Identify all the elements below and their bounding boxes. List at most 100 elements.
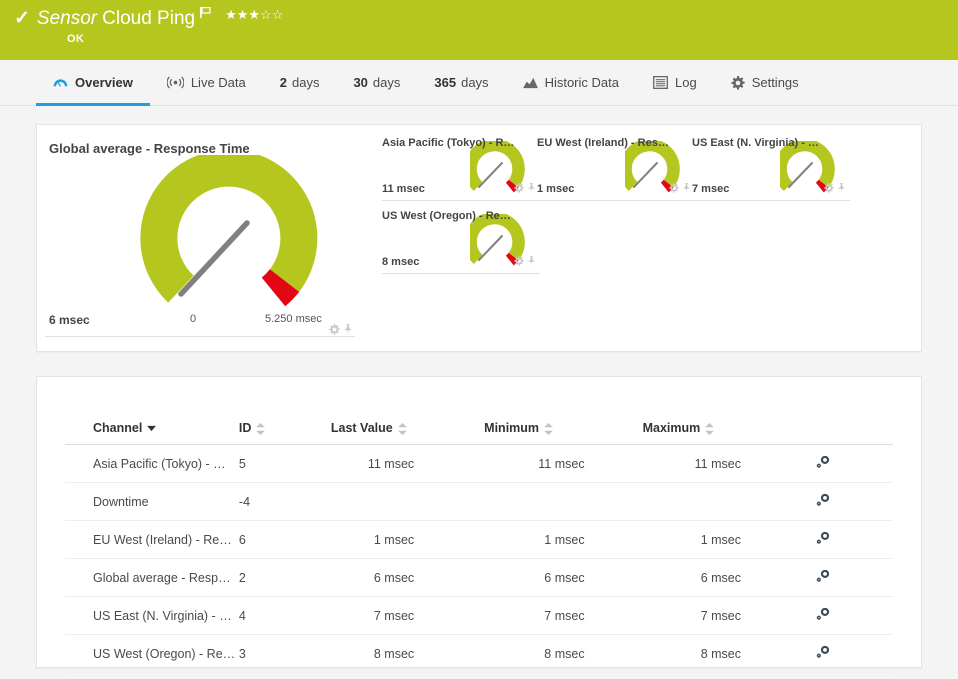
cell-channel: Downtime: [65, 483, 239, 521]
tab-settings[interactable]: Settings: [714, 60, 816, 106]
table-row[interactable]: EU West (Ireland) - Re…61 msec1 msec1 ms…: [65, 521, 893, 559]
column-header-channel[interactable]: Channel: [65, 415, 239, 445]
tab-label: Historic Data: [545, 75, 619, 90]
cell-maximum: [643, 483, 801, 521]
cell-minimum: 11 msec: [484, 445, 642, 483]
settings-gears-icon[interactable]: [815, 607, 830, 621]
cell-id: 6: [239, 521, 331, 559]
cell-last-value: 1 msec: [331, 521, 484, 559]
tab-label: Overview: [75, 75, 133, 90]
column-header-id[interactable]: ID: [239, 415, 331, 445]
column-header-label: Channel: [93, 421, 142, 435]
column-header-last-value[interactable]: Last Value: [331, 415, 484, 445]
main-gauge-max-label: 5.250 msec: [265, 313, 322, 325]
cell-channel: Global average - Resp…: [65, 559, 239, 597]
cell-channel: US West (Oregon) - Re…: [65, 635, 239, 673]
cell-actions[interactable]: [801, 635, 893, 673]
cell-id: 4: [239, 597, 331, 635]
mini-gauge[interactable]: Asia Pacific (Tokyo) - R…11 msec: [382, 133, 540, 201]
cell-channel: Asia Pacific (Tokyo) - …: [65, 445, 239, 483]
channels-table-body: Asia Pacific (Tokyo) - …511 msec11 msec1…: [65, 445, 893, 673]
mini-gauge[interactable]: EU West (Ireland) - Res… 1 msec: [537, 133, 695, 201]
cell-maximum: 8 msec: [643, 635, 801, 673]
gear-icon[interactable]: [824, 180, 834, 198]
tab-label: Settings: [752, 75, 799, 90]
tab-historic-data[interactable]: Historic Data: [506, 60, 636, 106]
cell-maximum: 1 msec: [643, 521, 801, 559]
pin-icon[interactable]: [837, 180, 846, 198]
cell-channel: US East (N. Virginia) - …: [65, 597, 239, 635]
column-header-label: Minimum: [484, 421, 539, 435]
tab-2-days[interactable]: 2days: [263, 60, 337, 106]
channels-panel: Channel IDLast ValueMinimum Maximum Asia P…: [36, 376, 922, 668]
rating-stars[interactable]: ★★★☆☆: [225, 8, 283, 21]
mini-gauge[interactable]: US East (N. Virginia) - …7 msec: [692, 133, 850, 201]
pin-icon[interactable]: [682, 180, 691, 198]
pin-icon[interactable]: [343, 322, 353, 340]
main-gauge-title: Global average - Response Time: [45, 133, 355, 156]
table-row[interactable]: Downtime-4: [65, 483, 893, 521]
gear-icon[interactable]: [669, 180, 679, 198]
pin-icon[interactable]: [527, 253, 536, 271]
tab-log[interactable]: Log: [636, 60, 714, 106]
tab-day-count: 30: [353, 75, 367, 90]
column-header-maximum[interactable]: Maximum: [643, 415, 801, 445]
log-icon: [653, 76, 668, 89]
status-badge: OK: [67, 33, 958, 45]
settings-gears-icon[interactable]: [815, 645, 830, 659]
main-gauge[interactable]: Global average - Response Time 6 msec 0 …: [45, 133, 355, 345]
page-title: Sensor Cloud Ping ★★★☆☆: [37, 6, 283, 32]
mini-gauge-value: 1 msec: [537, 183, 574, 195]
table-row[interactable]: Global average - Resp…26 msec6 msec6 mse…: [65, 559, 893, 597]
channels-table: Channel IDLast ValueMinimum Maximum Asia P…: [65, 415, 893, 673]
cell-minimum: 6 msec: [484, 559, 642, 597]
settings-gears-icon[interactable]: [815, 531, 830, 545]
column-header-minimum[interactable]: Minimum: [484, 415, 642, 445]
gear-icon[interactable]: [514, 253, 524, 271]
mini-gauge-value: 8 msec: [382, 256, 419, 268]
gauge-icon: [53, 75, 68, 90]
table-row[interactable]: US West (Oregon) - Re…38 msec8 msec8 mse…: [65, 635, 893, 673]
settings-gears-icon[interactable]: [815, 569, 830, 583]
cell-last-value: [331, 483, 484, 521]
settings-gears-icon[interactable]: [815, 493, 830, 507]
gauges-panel: Global average - Response Time 6 msec 0 …: [36, 124, 922, 352]
pin-icon[interactable]: [527, 180, 536, 198]
tab-overview[interactable]: Overview: [36, 60, 150, 106]
settings-gears-icon[interactable]: [815, 455, 830, 469]
tab-live-data[interactable]: Live Data: [150, 60, 263, 106]
mini-gauge-title: US East (N. Virginia) - …: [692, 133, 850, 149]
main-gauge-actions: [329, 322, 353, 340]
mini-gauge-actions: [824, 180, 846, 198]
main-gauge-footer: 6 msec 0 5.250 msec: [45, 311, 355, 337]
sort-both-icon: [544, 423, 553, 435]
tab-365-days[interactable]: 365days: [417, 60, 505, 106]
cell-last-value: 7 msec: [331, 597, 484, 635]
gear-icon[interactable]: [329, 322, 340, 340]
cell-actions[interactable]: [801, 445, 893, 483]
table-row[interactable]: Asia Pacific (Tokyo) - …511 msec11 msec1…: [65, 445, 893, 483]
tab-bar: Overview Live Data 2days 30 days 365days Histo…: [0, 60, 958, 106]
cell-actions[interactable]: [801, 521, 893, 559]
chart-icon: [523, 76, 538, 89]
cell-actions[interactable]: [801, 597, 893, 635]
tab-label: Live Data: [191, 75, 246, 90]
tab-30-days[interactable]: 30 days: [336, 60, 417, 106]
tab-label: Log: [675, 75, 697, 90]
cell-actions[interactable]: [801, 483, 893, 521]
mini-gauge-title: US West (Oregon) - Re…: [382, 206, 540, 222]
sensor-type-label: Sensor: [37, 6, 97, 32]
mini-gauge-actions: [514, 180, 536, 198]
mini-gauge[interactable]: US West (Oregon) - Re… 8 msec: [382, 206, 540, 274]
cell-channel: EU West (Ireland) - Re…: [65, 521, 239, 559]
flag-icon[interactable]: [199, 6, 212, 24]
tab-label: days: [292, 75, 319, 90]
mini-gauge-title: EU West (Ireland) - Res…: [537, 133, 695, 149]
cell-id: 2: [239, 559, 331, 597]
tab-label: days: [373, 75, 400, 90]
mini-gauge-title: Asia Pacific (Tokyo) - R…: [382, 133, 540, 149]
cell-actions[interactable]: [801, 559, 893, 597]
cell-last-value: 8 msec: [331, 635, 484, 673]
gear-icon[interactable]: [514, 180, 524, 198]
table-row[interactable]: US East (N. Virginia) - …47 msec7 msec7 …: [65, 597, 893, 635]
